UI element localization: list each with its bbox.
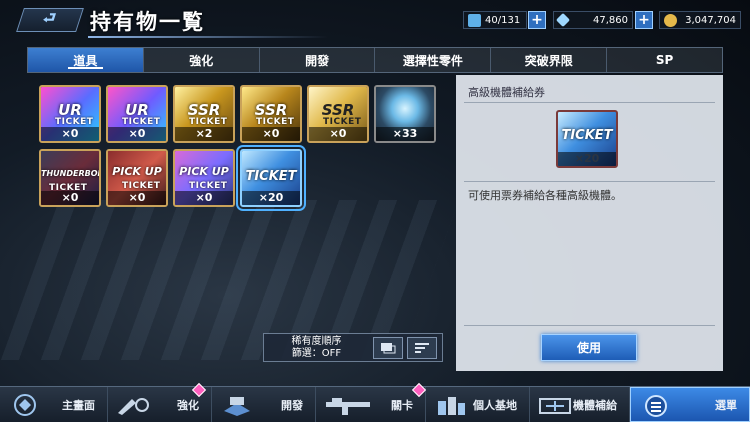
card-view-icon xyxy=(381,342,396,353)
nav-develop[interactable]: 開發 xyxy=(212,387,316,422)
inventory-panel: UR TICKET ×0 UR TICKET ×0 SSR TICKET ×2 … xyxy=(30,75,453,371)
enhance-icon xyxy=(116,393,150,417)
tab-optional-parts[interactable]: 選擇性零件 xyxy=(375,48,492,72)
title-underline xyxy=(88,36,328,38)
filter-status-text: 篩選：OFF xyxy=(291,347,342,359)
tab-enhance[interactable]: 強化 xyxy=(144,48,260,72)
nav-menu[interactable]: 選單 xyxy=(630,387,750,422)
add-crystal-button[interactable]: + xyxy=(635,11,653,29)
sort-lines-icon xyxy=(415,342,429,353)
tab-sp[interactable]: SP xyxy=(607,48,722,72)
coin-icon xyxy=(664,13,677,27)
item-canister[interactable]: ×33 xyxy=(374,85,436,143)
tab-limit-break[interactable]: 突破界限 xyxy=(491,48,608,72)
new-badge xyxy=(191,382,207,398)
divider xyxy=(464,181,715,182)
item-ssr-ticket-3[interactable]: SSR TICKET ×0 xyxy=(307,85,369,143)
divider xyxy=(464,325,715,326)
sort-direction-button[interactable] xyxy=(407,336,437,359)
item-ssr-ticket-1[interactable]: SSR TICKET ×2 xyxy=(173,85,235,143)
coin-counter: 3,047,704 xyxy=(659,11,741,29)
sort-filter-label[interactable]: 稀有度順序 篩選：OFF xyxy=(264,336,369,360)
item-pickup-ticket-1[interactable]: PICK UP TICKET ×0 xyxy=(106,149,168,207)
menu-icon xyxy=(639,394,673,418)
back-button[interactable]: ⮐ xyxy=(16,8,84,32)
slots-counter: 40/131 xyxy=(463,11,527,29)
home-emblem-icon xyxy=(8,393,42,417)
item-grid: UR TICKET ×0 UR TICKET ×0 SSR TICKET ×2 … xyxy=(39,85,436,211)
supply-icon xyxy=(538,393,572,417)
nav-personal-base[interactable]: 個人基地 xyxy=(411,382,530,422)
crystal-icon xyxy=(555,12,571,28)
item-ur-ticket-2[interactable]: UR TICKET ×0 xyxy=(106,85,168,143)
nav-home[interactable]: 主畫面 xyxy=(0,387,108,422)
rifle-icon xyxy=(324,393,374,417)
sort-filter-bar: 稀有度順序 篩選：OFF xyxy=(263,333,443,362)
nav-suit-supply[interactable]: 機體補給 xyxy=(530,387,630,422)
sort-order-text: 稀有度順序 xyxy=(291,335,342,347)
divider xyxy=(464,102,715,103)
nav-enhance[interactable]: 強化 xyxy=(108,382,212,422)
add-slots-button[interactable]: + xyxy=(528,11,546,29)
item-detail-panel: 高級機體補給券 TICKET ×20 可使用票券補給各種高級機體。 使用 xyxy=(456,75,723,371)
page-title: 持有物一覧 xyxy=(90,10,205,34)
tab-items[interactable]: 道具 xyxy=(28,48,144,72)
develop-icon xyxy=(220,393,254,417)
base-icon xyxy=(434,393,468,417)
item-ur-ticket-1[interactable]: UR TICKET ×0 xyxy=(39,85,101,143)
item-premium-supply-ticket[interactable]: TICKET ×20 xyxy=(236,145,306,211)
category-tabs: 道具 強化 開發 選擇性零件 突破界限 SP xyxy=(27,47,723,73)
back-arrow-icon: ⮐ xyxy=(43,8,57,27)
item-ssr-ticket-2[interactable]: SSR TICKET ×0 xyxy=(240,85,302,143)
nav-stages[interactable]: 關卡 xyxy=(316,387,426,422)
tab-develop[interactable]: 開發 xyxy=(260,48,376,72)
bottom-nav: 主畫面 強化 開發 關卡 個人基地 機體補給 選單 xyxy=(0,382,750,422)
use-button[interactable]: 使用 xyxy=(541,334,637,361)
view-toggle-button[interactable] xyxy=(373,336,403,359)
detail-item-name: 高級機體補給券 xyxy=(468,86,545,99)
detail-description: 可使用票券補給各種高級機體。 xyxy=(468,189,622,202)
item-pickup-ticket-2[interactable]: PICK UP TICKET ×0 xyxy=(173,149,235,207)
item-thunderbolt-ticket[interactable]: THUNDERBOLT TICKET ×0 xyxy=(39,149,101,207)
mobile-suit-slots-icon xyxy=(468,13,481,27)
crystal-counter: 47,860 xyxy=(553,11,633,29)
detail-item-image: TICKET ×20 xyxy=(556,110,618,168)
